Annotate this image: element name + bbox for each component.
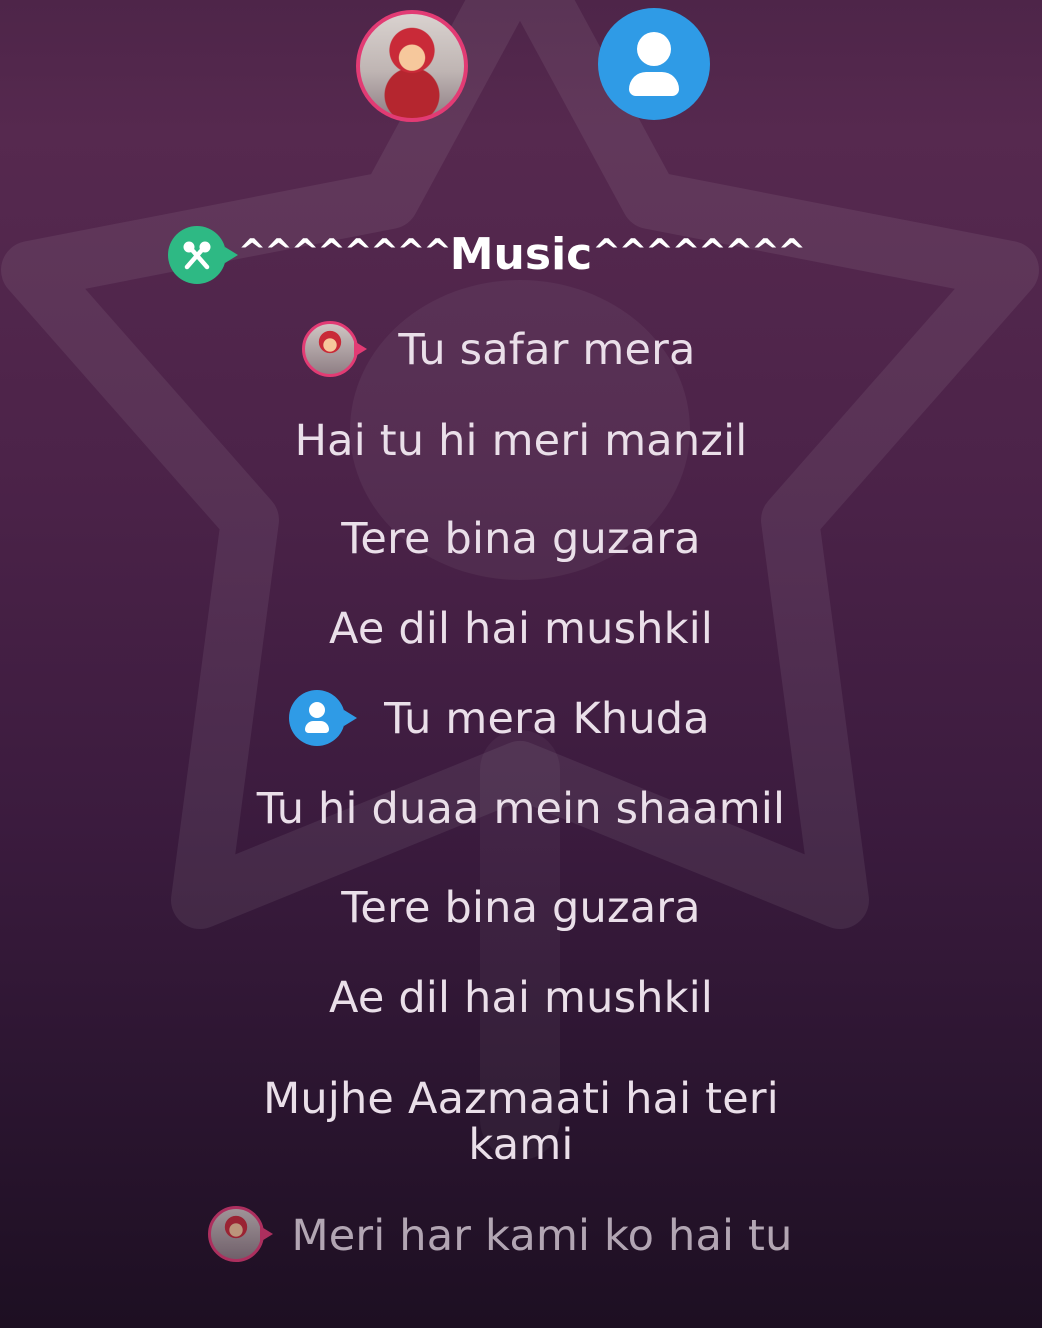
title-carets-right: ^^^^^^^^ — [592, 232, 806, 272]
lyric-line: kami — [468, 1120, 574, 1170]
song-title: ^^^^^^^^Music^^^^^^^^ — [0, 224, 1042, 283]
lyric-line: Hai tu hi meri manzil — [294, 416, 748, 466]
lyric-line: Tere bina guzara — [341, 514, 701, 564]
lyric-line: Tu hi duaa mein shaamil — [256, 784, 786, 834]
lyric-line: Mujhe Aazmaati hai teri — [263, 1074, 779, 1124]
lyric-line: Ae dil hai mushkil — [328, 604, 714, 654]
user-head-icon — [637, 32, 671, 66]
lyric-line: Tere bina guzara — [341, 883, 701, 933]
lyric-line: Tu safar mera — [398, 325, 696, 375]
lyric-line: Meri har kami ko hai tu — [291, 1211, 793, 1261]
lyric-line: Tu mera Khuda — [384, 694, 710, 744]
title-text: Music — [449, 229, 593, 280]
title-carets-left: ^^^^^^^^ — [237, 232, 452, 272]
lyric-line: Ae dil hai mushkil — [328, 973, 714, 1023]
singer-avatar-user[interactable] — [598, 8, 710, 120]
user-body-icon — [629, 72, 679, 96]
singer-avatar-cartoon[interactable] — [356, 10, 468, 122]
